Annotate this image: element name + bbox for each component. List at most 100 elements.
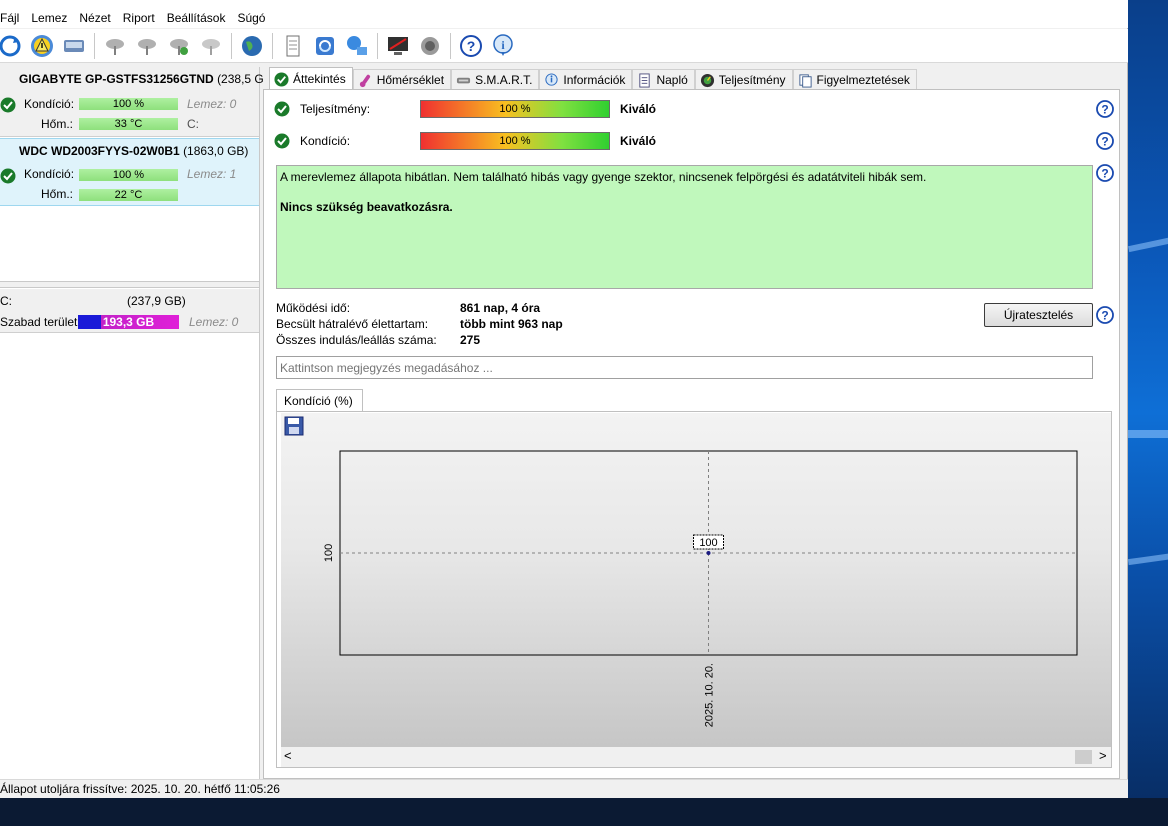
network-icon [347, 35, 367, 55]
monitor-button[interactable] [384, 32, 412, 60]
scroll-thumb[interactable] [1075, 750, 1092, 764]
tab-overview[interactable]: Áttekintés [269, 67, 353, 90]
tab-performance[interactable]: Teljesítmény [694, 69, 793, 90]
chart-tab-condition[interactable]: Kondíció (%) [276, 389, 363, 412]
desktop-background [1128, 0, 1168, 826]
lifetime-value: több mint 963 nap [460, 317, 563, 331]
volume-disk-index: Lemez: 0 [189, 315, 239, 329]
window-top [0, 0, 1128, 8]
tab-information[interactable]: Információk [539, 69, 633, 90]
satellite-icon-1 [106, 38, 124, 55]
temperature-label: Hőm.: [41, 187, 74, 201]
menu-view[interactable]: Nézet [77, 11, 116, 25]
scroll-left-arrow[interactable]: < [284, 748, 292, 763]
free-space-label: Szabad terület [0, 315, 78, 329]
data-point [706, 551, 711, 555]
menu-disk[interactable]: Lemez [29, 11, 73, 25]
satellite-button-1[interactable] [101, 32, 129, 60]
tab-alerts[interactable]: Figyelmeztetések [792, 69, 917, 90]
svg-text:?: ? [1101, 167, 1108, 181]
empty-space [0, 207, 259, 282]
network-button[interactable] [343, 32, 371, 60]
app-window: Fájl Lemez Nézet Riport Beállítások Súgó [0, 0, 1128, 798]
tab-label: Napló [656, 73, 688, 87]
condition-label: Kondíció: [24, 97, 75, 111]
help-icon[interactable]: ? [1096, 164, 1114, 182]
satellite-button-3[interactable] [165, 32, 193, 60]
warning-icon [31, 34, 53, 57]
disk-card-0[interactable]: GIGABYTE GP-GSTFS31256GTND (238,5 GB) Ko… [0, 67, 276, 137]
disk-index: Lemez: 1 [187, 167, 237, 181]
satellite-button-2[interactable] [133, 32, 161, 60]
info-button[interactable]: i [489, 32, 517, 60]
y-tick-label: 100 [323, 544, 335, 562]
condition-bar: 100 % [79, 98, 178, 110]
performance-label: Teljesítmény: [300, 102, 371, 116]
log-icon [639, 72, 651, 88]
speaker-button[interactable] [416, 32, 444, 60]
disk-card-1[interactable]: WDC WD2003FYYS-02W0B1 (1863,0 GB) Kondíc… [0, 138, 259, 206]
tab-smart[interactable]: S.M.A.R.T. [451, 69, 540, 90]
temperature-label: Hőm.: [41, 117, 74, 131]
free-space-bar: 193,3 GB [78, 315, 179, 329]
chart-horizontal-scrollbar[interactable]: < > [281, 747, 1111, 767]
volume-size: (237,9 GB) [127, 294, 186, 308]
menu-settings[interactable]: Beállítások [165, 11, 232, 25]
help-icon[interactable]: ? [1096, 306, 1114, 324]
disk-size: (1863,0 GB) [183, 144, 249, 158]
gauge-icon [700, 73, 714, 87]
tab-label: Teljesítmény [718, 73, 786, 87]
check-icon [0, 97, 16, 113]
light-beam [1128, 430, 1168, 438]
condition-label: Kondíció: [300, 134, 351, 148]
toolbar-separator [94, 32, 95, 59]
temperature-bar: 22 °C [79, 189, 178, 201]
x-tick-label: 2025. 10. 20. [704, 663, 716, 727]
check-icon [274, 101, 290, 117]
check-icon [274, 133, 290, 149]
info-icon: i [493, 33, 513, 56]
drive-letter: C: [187, 117, 199, 131]
svg-text:?: ? [467, 38, 476, 54]
warning-button[interactable] [28, 32, 56, 60]
overview-tab-body: Teljesítmény: 100 % Kiváló ? Kondíció: 1… [263, 89, 1120, 779]
scroll-right-arrow[interactable]: > [1099, 748, 1107, 763]
tab-label: Információk [563, 73, 626, 87]
tab-strip: Áttekintés Hőmérséklet S.M.A.R.T. Inform… [269, 67, 917, 90]
disk-name: WDC WD2003FYYS-02W0B1 [19, 144, 180, 158]
chart-area: 100 2025. 10. 20. 100 [281, 413, 1111, 747]
refresh-icon [0, 35, 21, 56]
help-button[interactable]: ? [457, 32, 485, 60]
satellite-icon-4 [202, 38, 220, 55]
svg-text:?: ? [1101, 309, 1108, 323]
disk-button[interactable] [60, 32, 88, 60]
refresh-button[interactable] [0, 32, 24, 60]
status-bar: Állapot utoljára frissítve: 2025. 10. 20… [0, 779, 1128, 798]
temperature-bar: 33 °C [79, 118, 178, 130]
help-icon[interactable]: ? [1096, 132, 1114, 150]
main-panel: Áttekintés Hőmérséklet S.M.A.R.T. Inform… [263, 67, 1120, 779]
document-button[interactable] [279, 32, 307, 60]
toolbar-separator [231, 32, 232, 59]
tab-temperature[interactable]: Hőmérséklet [352, 69, 452, 90]
status-message: A merevlemez állapota hibátlan. Nem talá… [280, 170, 927, 184]
speaker-icon [421, 36, 439, 55]
globe-button[interactable] [238, 32, 266, 60]
svg-text:?: ? [1101, 103, 1108, 117]
starts-label: Összes indulás/leállás száma: [276, 333, 437, 347]
volume-card[interactable]: C: (237,9 GB) Szabad terület 193,3 GB Le… [0, 289, 259, 333]
note-input[interactable] [276, 356, 1093, 379]
menu-file[interactable]: Fájl [0, 11, 25, 25]
disk-title: WDC WD2003FYYS-02W0B1 (1863,0 GB) [19, 144, 248, 158]
update-button[interactable] [311, 32, 339, 60]
condition-label: Kondíció: [24, 167, 75, 181]
alerts-icon [798, 73, 812, 88]
panel-divider[interactable] [0, 281, 259, 288]
help-icon[interactable]: ? [1096, 100, 1114, 118]
menu-help[interactable]: Súgó [235, 11, 271, 25]
menu-report[interactable]: Riport [121, 11, 161, 25]
toolbar-separator [272, 32, 273, 59]
satellite-button-4[interactable] [197, 32, 225, 60]
retest-button[interactable]: Újratesztelés [984, 303, 1093, 327]
tab-log[interactable]: Napló [632, 69, 695, 90]
